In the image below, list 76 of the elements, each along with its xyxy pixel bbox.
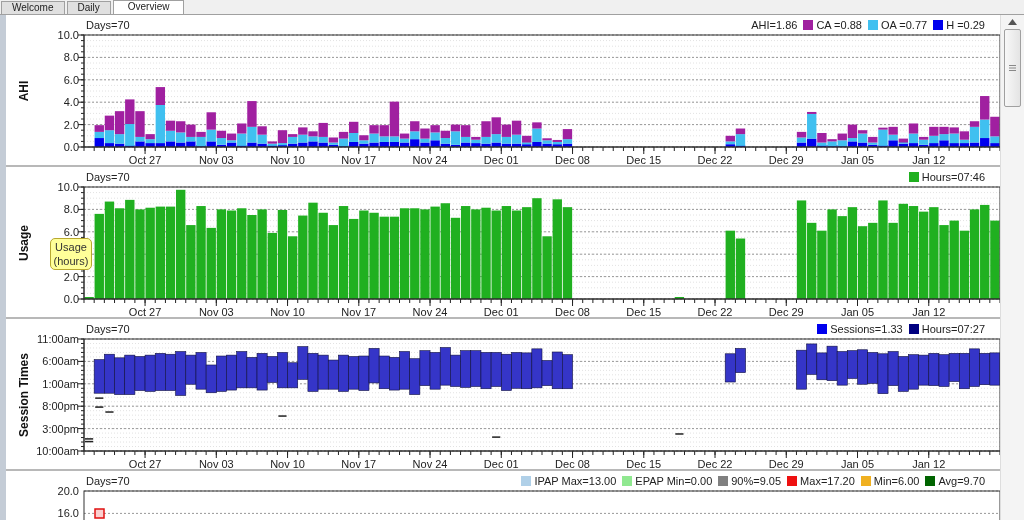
axis-label: Nov 24 [412,306,448,317]
axis-label: 6:00am [42,355,79,368]
axis-label: Oct 27 [128,306,162,317]
axis-label: Nov 17 [341,306,377,317]
axis-label: 6.0 [63,73,79,86]
tooltip: Usage (hours) [50,238,92,270]
axis-label: 8.0 [63,203,79,216]
axis-label: 0.0 [63,141,79,153]
axis-label: 4.0 [63,96,79,109]
axis-label: 10.0 [57,31,79,41]
axis-label: 8:00pm [42,400,79,413]
legend-label: Min=6.00 [873,475,920,487]
legend-label: Sessions=1.33 [830,323,903,335]
axis-label: 10.0 [57,183,79,193]
legend-label: Avg=9.70 [938,475,985,487]
axis-label: Dec 15 [626,154,662,165]
axis-label: Nov 03 [198,154,234,165]
axis-label: Dec 08 [555,154,590,165]
legend-label: OA =0.77 [880,19,928,31]
legend-label: EPAP Min=0.00 [635,475,713,487]
legend-label: Hours=07:27 [921,323,985,335]
axis-label: Nov 03 [198,306,234,317]
axis-label: 20.0 [57,487,79,497]
axis-label: Nov 17 [341,154,377,165]
legend-label: CA =0.88 [816,19,862,31]
chart-title: Days=70 [86,19,130,31]
axis-label: Dec 15 [626,458,662,469]
axis-label: 1:00am [42,377,79,390]
legend-label: Hours=07:46 [921,171,985,183]
axis-label: 6.0 [63,225,79,238]
axis-label: Dec 08 [555,306,590,317]
chart-title: Days=70 [86,475,130,487]
axis-label: Dec 01 [483,154,519,165]
axis-label: Dec 22 [697,458,733,469]
axis-label: Nov 10 [270,154,305,165]
axis-label: 8.0 [63,51,79,64]
axis-label: Dec 22 [697,154,733,165]
chart-title: Days=70 [86,171,130,183]
axis-label: Nov 24 [412,458,448,469]
axis-label: Nov 03 [198,458,234,469]
legend-label: AHI=1.86 [751,19,798,31]
axis-label: Oct 27 [128,154,162,165]
axis-label: Jan 05 [841,306,875,317]
axis-label: Dec 15 [626,306,662,317]
axis-label: 2.0 [63,270,79,283]
axis-label: Dec 29 [768,154,804,165]
axis-title: Usage [17,225,31,261]
legend-label: Max=17.20 [800,475,855,487]
axis-label: Dec 01 [483,458,519,469]
chart-title: Days=70 [86,323,130,335]
axis-label: Jan 12 [912,306,946,317]
legend-label: 90%=9.05 [731,475,782,487]
axis-label: Nov 24 [412,154,448,165]
axis-label: Dec 22 [697,306,733,317]
axis-title: Session Times [17,353,31,437]
axis-label: Dec 29 [768,306,804,317]
axis-label: Nov 17 [341,458,377,469]
axis-label: Jan 05 [841,154,875,165]
axis-label: Nov 10 [270,306,305,317]
axis-label: Jan 05 [841,458,875,469]
axis-label: Dec 08 [555,458,590,469]
axis-title: AHI [17,80,31,102]
axis-label: Jan 12 [912,154,946,165]
axis-label: 0.0 [63,293,79,305]
axis-label: 10:00am [36,445,79,457]
legend-label: H =0.29 [946,19,985,31]
axis-label: 3:00pm [42,422,79,435]
legend-label: IPAP Max=13.00 [534,475,617,487]
axis-label: Nov 10 [270,458,305,469]
axis-label: 16.0 [57,507,79,520]
axis-label: Oct 27 [128,458,162,469]
axis-label: Dec 29 [768,458,804,469]
axis-label: 2.0 [63,118,79,131]
axis-label: 11:00am [37,335,79,345]
axis-label: Dec 01 [483,306,519,317]
axis-label: Jan 12 [912,458,946,469]
